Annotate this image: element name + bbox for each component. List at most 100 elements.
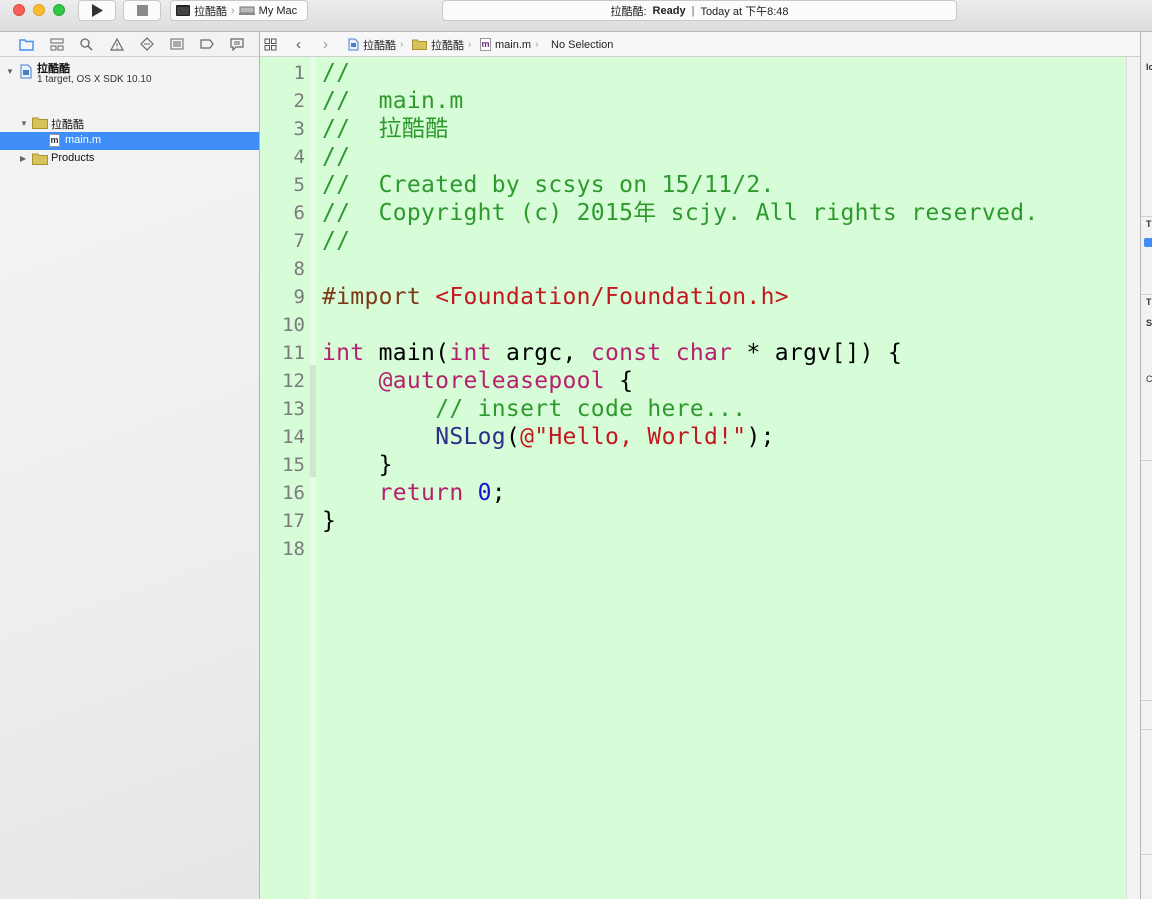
activity-time-label: Today at 下午8:48	[700, 5, 789, 18]
vertical-scrollbar[interactable]	[1126, 57, 1140, 899]
breadcrumb-project[interactable]: 拉酷酷 ›	[348, 32, 403, 57]
m-file-icon: m	[480, 38, 491, 51]
line-number: 12	[282, 370, 305, 392]
utilities-inspector: Ic T T S C	[1140, 32, 1152, 899]
code-line[interactable]: 10	[260, 311, 1120, 339]
code-line[interactable]: 4 //	[260, 143, 1120, 171]
code-line[interactable]: 2 // main.m	[260, 87, 1120, 115]
breadcrumb-symbol[interactable]: No Selection	[551, 32, 613, 57]
line-number: 13	[282, 398, 305, 420]
run-button[interactable]	[78, 0, 116, 21]
close-window-button[interactable]	[13, 4, 25, 16]
products-group-name: Products	[51, 152, 95, 164]
code-text: NSLog(@"Hello, World!");	[435, 424, 775, 450]
activity-viewer: 拉酷酷: Ready | Today at 下午8:48	[442, 0, 957, 21]
code-line[interactable]: 9 #import <Foundation/Foundation.h>	[260, 283, 1120, 311]
group-name: 拉酷酷	[51, 119, 84, 131]
code-text: #import <Foundation/Foundation.h>	[322, 284, 789, 310]
hierarchy-icon[interactable]	[48, 37, 65, 52]
line-number: 10	[282, 314, 305, 336]
code-line[interactable]: 12 @autoreleasepool {	[260, 367, 1120, 395]
inspector-divider	[1141, 216, 1152, 217]
stop-icon	[136, 5, 148, 16]
inspector-divider	[1141, 729, 1152, 730]
line-number: 17	[282, 510, 305, 532]
tree-item-main-m[interactable]: m main.m	[0, 132, 259, 150]
zoom-window-button[interactable]	[53, 4, 65, 16]
inspector-divider	[1141, 294, 1152, 295]
code-line[interactable]: 18	[260, 535, 1120, 563]
code-text: // insert code here...	[435, 396, 747, 422]
disclosure-closed-icon[interactable]: ▶	[20, 154, 26, 163]
breadcrumb-file[interactable]: m main.m ›	[480, 32, 538, 57]
test-icon[interactable]	[138, 37, 155, 52]
breadcrumb-group[interactable]: 拉酷酷 ›	[412, 32, 471, 57]
line-number: 4	[293, 146, 305, 168]
folder-icon[interactable]	[18, 37, 35, 52]
code-line[interactable]: 6 // Copyright (c) 2015年 scjy. All rights…	[260, 199, 1120, 227]
tree-item-products[interactable]: ▶ Products	[0, 150, 259, 168]
disclosure-open-icon[interactable]: ▼	[6, 67, 14, 76]
code-text: //	[322, 60, 351, 86]
code-line[interactable]: 15 }	[260, 451, 1120, 479]
code-line[interactable]: 1 //	[260, 59, 1120, 87]
code-line[interactable]: 7 //	[260, 227, 1120, 255]
code-text: // main.m	[322, 88, 464, 114]
scheme-target-label: 拉酷酷	[194, 5, 227, 18]
project-navigator: ▼ 拉酷酷 1 target, OS X SDK 10.10 ▼ 拉酷酷 m m…	[0, 32, 260, 899]
chevron-right-icon: ›	[468, 39, 472, 50]
grid-icon	[264, 38, 277, 51]
code-line[interactable]: 14 NSLog(@"Hello, World!");	[260, 423, 1120, 451]
activity-divider: |	[691, 4, 695, 17]
chevron-right-icon: ›	[323, 36, 328, 53]
stop-button[interactable]	[123, 0, 161, 21]
minimize-window-button[interactable]	[33, 4, 45, 16]
folder-icon	[32, 117, 48, 129]
code-line[interactable]: 5 // Created by scsys on 15/11/2.	[260, 171, 1120, 199]
tree-item-group[interactable]: ▼ 拉酷酷	[0, 114, 259, 132]
code-text: return 0;	[378, 480, 506, 506]
play-icon	[92, 4, 103, 17]
code-line[interactable]: 16 return 0;	[260, 479, 1120, 507]
code-text: int main(int argc, const char * argv[]) …	[322, 340, 903, 366]
code-text: //	[322, 144, 351, 170]
code-text: }	[322, 452, 393, 478]
line-number: 6	[293, 202, 305, 224]
navigator-tab-bar	[0, 32, 259, 57]
line-number: 5	[293, 174, 305, 196]
line-number: 16	[282, 482, 305, 504]
breakpoint-icon[interactable]	[198, 37, 215, 52]
project-subtitle: 1 target, OS X SDK 10.10	[37, 74, 152, 85]
code-text: @autoreleasepool {	[378, 368, 634, 394]
mac-icon	[238, 6, 255, 15]
related-items-button[interactable]	[264, 32, 277, 57]
scheme-selector[interactable]: 拉酷酷 › My Mac	[170, 0, 308, 21]
chevron-left-icon: ‹	[296, 36, 301, 53]
project-icon	[348, 38, 359, 51]
debug-icon[interactable]	[168, 37, 185, 52]
code-line[interactable]: 17}	[260, 507, 1120, 535]
warning-icon[interactable]	[108, 37, 125, 52]
search-icon[interactable]	[78, 37, 95, 52]
chevron-right-icon: ›	[400, 39, 404, 50]
line-number: 7	[293, 230, 305, 252]
inspector-label: T	[1146, 219, 1152, 229]
report-icon[interactable]	[228, 37, 245, 52]
code-line[interactable]: 8	[260, 255, 1120, 283]
tree-item-project[interactable]: ▼ 拉酷酷 1 target, OS X SDK 10.10	[0, 59, 259, 87]
scheme-destination-label: My Mac	[258, 4, 298, 17]
line-number: 14	[282, 426, 305, 448]
file-name: main.m	[65, 134, 102, 146]
code-line[interactable]: 3 // 拉酷酷	[260, 115, 1120, 143]
back-button[interactable]: ‹	[296, 32, 301, 57]
forward-button[interactable]: ›	[323, 32, 328, 57]
source-editor[interactable]: 1 // 2 // main.m 3 // 拉酷酷 4 // 5 // Created by sc…	[260, 57, 1126, 899]
line-number: 8	[293, 258, 305, 280]
line-number: 15	[282, 454, 305, 476]
checkbox[interactable]	[1144, 238, 1152, 247]
code-line[interactable]: 13 // insert code here...	[260, 395, 1120, 423]
xcode-window: 拉酷酷 › My Mac 拉酷酷: Ready | Today at 下午8:4…	[0, 0, 1152, 899]
code-line[interactable]: 11 int main(int argc, const char * argv[]…	[260, 339, 1120, 367]
chevron-right-icon: ›	[231, 4, 235, 17]
disclosure-open-icon[interactable]: ▼	[20, 119, 28, 128]
